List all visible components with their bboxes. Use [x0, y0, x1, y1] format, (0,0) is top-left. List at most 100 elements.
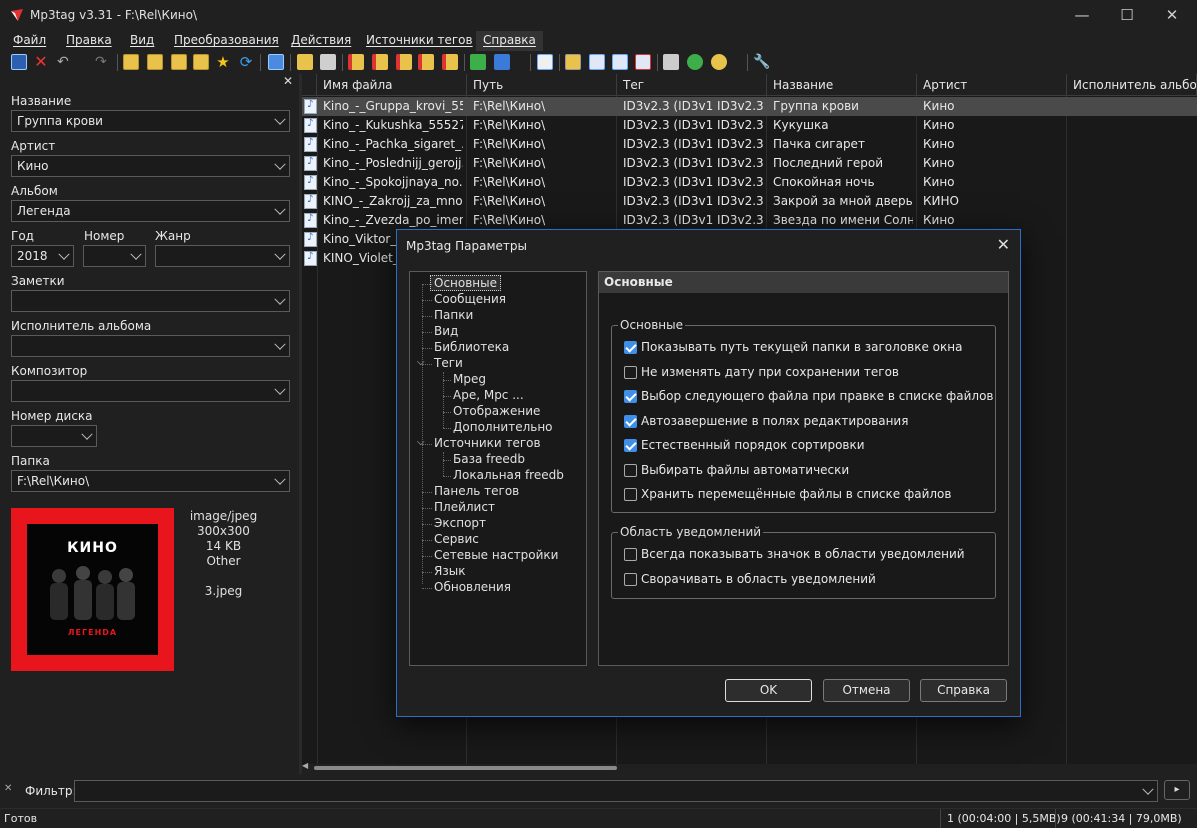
change-directory-icon[interactable] — [123, 54, 139, 70]
horizontal-scrollbar[interactable]: ◀ — [302, 761, 1197, 772]
folder-field[interactable]: F:\Rel\Кино\ — [11, 470, 290, 492]
tree-item[interactable]: Язык — [434, 564, 465, 578]
chevron-down-icon[interactable]: ⌵ — [417, 437, 425, 448]
undo-icon[interactable]: ↶ — [57, 54, 73, 70]
discogs-icon[interactable] — [612, 54, 628, 70]
checkbox[interactable] — [624, 572, 637, 586]
help-button[interactable]: Справка — [920, 679, 1007, 702]
globe-icon[interactable] — [711, 54, 727, 70]
tree-item[interactable]: Сообщения — [434, 292, 506, 306]
header-album-artist[interactable]: Исполнитель альбома — [1067, 74, 1197, 96]
genre-field[interactable] — [155, 245, 290, 267]
tree-item[interactable]: Вид — [434, 324, 458, 338]
star-icon[interactable]: ★ — [215, 54, 231, 70]
checkbox[interactable] — [624, 365, 637, 379]
filter-go-button[interactable]: ▸ — [1164, 780, 1190, 800]
scrollbar-thumb[interactable] — [314, 766, 617, 770]
dialog-close-icon[interactable]: ✕ — [997, 235, 1010, 254]
header-artist[interactable]: Артист — [917, 74, 1067, 96]
tag-to-text-icon[interactable] — [442, 54, 458, 70]
playlist-icon[interactable] — [268, 54, 284, 70]
tree-item[interactable]: Отображение — [453, 404, 540, 418]
menu-help[interactable]: Справка — [476, 31, 543, 51]
refresh-icon[interactable]: ⟳ — [238, 54, 254, 70]
menu-convert[interactable]: Преобразования — [174, 33, 279, 47]
add-directory-icon[interactable] — [147, 54, 163, 70]
tree-item[interactable]: Плейлист — [434, 500, 495, 514]
tree-item[interactable]: Экспорт — [434, 516, 486, 530]
options-icon[interactable] — [663, 54, 679, 70]
scroll-left-icon[interactable]: ◀ — [302, 761, 308, 770]
maximize-button[interactable]: ☐ — [1104, 0, 1150, 30]
header-icon-column[interactable] — [302, 74, 317, 96]
menu-tag-sources[interactable]: Источники тегов — [366, 33, 473, 47]
table-row[interactable]: Kino_-_Zvezda_po_imen... F:\Rel\Кино\ ID3v… — [302, 211, 1197, 230]
export-icon[interactable] — [297, 54, 313, 70]
header-filename[interactable]: Имя файла — [317, 74, 467, 96]
table-row[interactable]: Kino_-_Spokojjnaya_no... F:\Rel\Кино\ ID3v… — [302, 173, 1197, 192]
ok-button[interactable]: OK — [725, 679, 812, 702]
filter-close-icon[interactable]: ✕ — [4, 783, 12, 794]
redo-icon[interactable]: ↷ — [95, 54, 111, 70]
musicbrainz-icon[interactable] — [635, 54, 651, 70]
tree-item[interactable]: Теги — [434, 356, 463, 370]
chevron-down-icon[interactable]: ⌵ — [417, 357, 425, 368]
tree-item[interactable]: База freedb — [453, 452, 525, 466]
web-icon[interactable] — [687, 54, 703, 70]
tree-item[interactable]: Обновления — [434, 580, 511, 594]
cancel-button[interactable]: Отмена — [823, 679, 910, 702]
title-field[interactable]: Группа крови — [11, 110, 290, 132]
minimize-button[interactable]: — — [1059, 0, 1105, 30]
disc-number-field[interactable] — [11, 425, 97, 447]
tag-source-icon[interactable] — [565, 54, 581, 70]
checkbox[interactable] — [624, 341, 637, 354]
wrench-icon[interactable]: 🔧 — [753, 54, 770, 70]
table-row[interactable]: KINO_-_Zakrojj_za_mno... F:\Rel\Кино\ ID3v… — [302, 192, 1197, 211]
open-folder-icon[interactable] — [193, 54, 209, 70]
remove-tag-icon[interactable]: ✕ — [33, 54, 49, 70]
checkbox[interactable] — [624, 390, 637, 403]
header-tag[interactable]: Тег — [617, 74, 767, 96]
menu-edit[interactable]: Правка — [66, 33, 112, 47]
checkbox[interactable] — [624, 439, 637, 452]
close-window-button[interactable]: ✕ — [1149, 0, 1195, 30]
tree-item[interactable]: Панель тегов — [434, 484, 519, 498]
favorite-folder-icon[interactable] — [171, 54, 187, 70]
table-row[interactable]: Kino_-_Gruppa_krovi_55... F:\Rel\Кино\ ID3… — [302, 97, 1197, 116]
album-field[interactable]: Легенда — [11, 200, 290, 222]
album-artist-field[interactable] — [11, 335, 290, 357]
header-title[interactable]: Название — [767, 74, 917, 96]
edit-extended-tags-icon[interactable] — [537, 54, 553, 70]
composer-field[interactable] — [11, 380, 290, 402]
tree-item[interactable]: Ape, Mpc ... — [453, 388, 524, 402]
filter-input[interactable] — [74, 780, 1158, 802]
close-panel-icon[interactable]: ✕ — [283, 74, 293, 88]
table-row[interactable]: Kino_-_Poslednijj_gerojj... F:\Rel\Кино\ I… — [302, 154, 1197, 173]
checkbox[interactable] — [624, 548, 637, 561]
tree-item[interactable]: Дополнительно — [453, 420, 553, 434]
text-to-tag-icon[interactable] — [418, 54, 434, 70]
freedb-icon[interactable] — [589, 54, 605, 70]
cover-art[interactable]: КИНО ЛЕГЕНDА — [11, 508, 174, 671]
menu-file[interactable]: Файл — [13, 33, 46, 47]
table-row[interactable]: Kino_-_Pachka_sigaret_... F:\Rel\Кино\ ID3… — [302, 135, 1197, 154]
checkbox[interactable] — [624, 463, 637, 477]
table-row[interactable]: Kino_-_Kukushka_55527... F:\Rel\Кино\ ID3v… — [302, 116, 1197, 135]
comment-field[interactable] — [11, 290, 290, 312]
tree-item[interactable]: Папки — [434, 308, 473, 322]
checkbox[interactable] — [624, 414, 637, 428]
tree-item[interactable]: Основные — [430, 275, 502, 291]
tree-item[interactable]: Источники тегов — [434, 436, 541, 450]
checkbox[interactable] — [624, 488, 637, 501]
track-field[interactable] — [83, 245, 146, 267]
filename-to-tag-icon[interactable] — [372, 54, 388, 70]
menu-actions[interactable]: Действия — [291, 33, 351, 47]
quick-actions-icon[interactable] — [494, 54, 510, 70]
save-icon[interactable] — [11, 54, 27, 70]
tag-to-filename-icon[interactable] — [348, 54, 364, 70]
tree-item[interactable]: Библиотека — [434, 340, 509, 354]
tree-item[interactable]: Сетевые настройки — [434, 548, 558, 562]
tree-item[interactable]: Локальная freedb — [453, 468, 564, 482]
menu-view[interactable]: Вид — [130, 33, 154, 47]
header-path[interactable]: Путь — [467, 74, 617, 96]
